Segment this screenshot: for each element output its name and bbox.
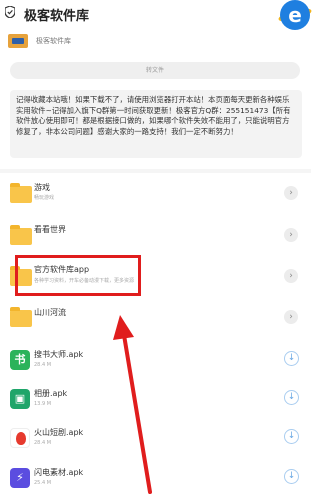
highlight-box [15,255,141,296]
fire-app-icon [10,428,30,448]
transfer-file-button[interactable]: 转文件 [10,62,300,79]
notice-box: 记得收藏本站哦！如果下载不了，请使用浏览器打开本站！本页面每天更新各种娱乐实用软… [10,90,302,158]
download-icon[interactable]: ↓ [284,351,299,366]
download-icon[interactable]: ↓ [284,469,299,484]
file-row[interactable]: 书 搜书大师.apk 28.4 M ↓ [0,342,311,382]
file-size: 28.4 M [34,440,52,446]
flash-glyph: ⚡ [16,471,24,484]
shield-check-icon [5,6,15,18]
file-name: 闪电素材.apk [34,468,84,477]
photo-app-icon: ▣ [10,389,30,409]
book-app-icon: 书 [10,350,30,370]
app-title: 极客软件库 [24,9,90,24]
chevron-right-icon[interactable]: › [284,269,298,283]
file-size: 25.4 M [34,480,52,486]
file-row[interactable]: 火山短剧.apk 28.4 M ↓ [0,420,311,460]
chevron-right-icon[interactable]: › [284,228,298,242]
file-size: 13.9 M [34,401,52,407]
ie-icon[interactable]: e [280,0,310,30]
photo-glyph: ▣ [14,392,26,405]
folder-title: 山川河流 [34,308,66,317]
chevron-right-icon[interactable]: › [284,310,298,324]
file-name: 相册.apk [34,389,68,398]
file-name: 火山短剧.apk [34,428,84,437]
folder-title: 游戏 [34,183,50,192]
divider [0,169,311,173]
site-name: 极客软件库 [36,37,71,45]
folder-icon [10,225,32,245]
file-row[interactable]: ⚡ 闪电素材.apk 25.4 M ↓ [0,460,311,500]
download-icon[interactable]: ↓ [284,390,299,405]
chevron-right-icon[interactable]: › [284,186,298,200]
file-row[interactable]: ▣ 相册.apk 13.9 M ↓ [0,381,311,421]
download-icon[interactable]: ↓ [284,429,299,444]
file-size: 28.4 M [34,362,52,368]
folder-title: 看看世界 [34,225,66,234]
folder-row-mountains[interactable]: 山川河流 › [0,300,311,340]
app-bar: 极客软件库 e [0,0,313,30]
folder-row-games[interactable]: 游戏 畅玩游戏 › [0,176,311,216]
brand-logo [8,34,28,48]
site-subheader: 极客软件库 [8,33,71,49]
folder-subtitle: 畅玩游戏 [34,195,55,201]
folder-icon [10,183,32,203]
file-name: 搜书大师.apk [34,350,84,359]
book-glyph: 书 [14,353,26,366]
folder-icon [10,307,32,327]
flash-app-icon: ⚡ [10,468,30,488]
folder-row-world[interactable]: 看看世界 › [0,216,311,256]
